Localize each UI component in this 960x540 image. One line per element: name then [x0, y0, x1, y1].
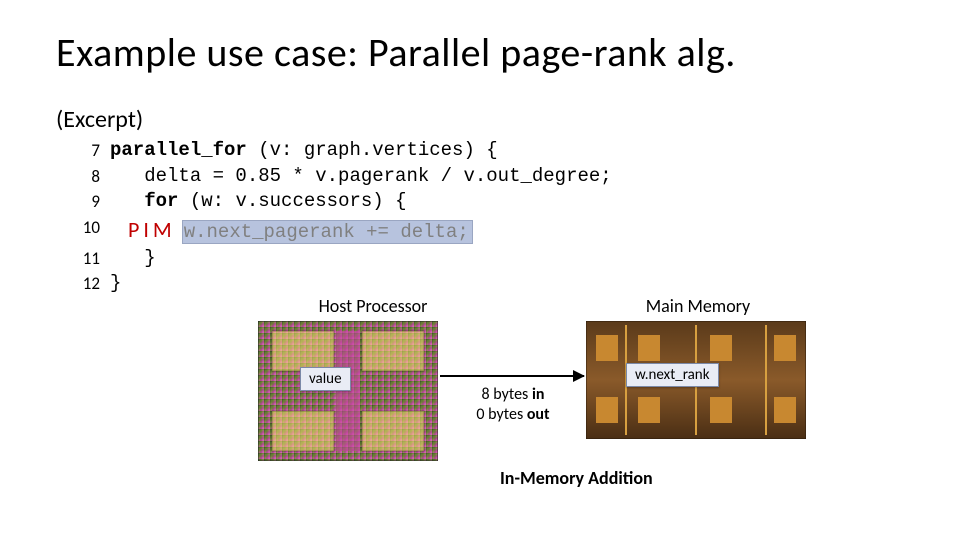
code-line-pim: PIMw.next_pagerank += delta; — [110, 215, 912, 246]
excerpt-label: (Excerpt) — [56, 105, 912, 134]
code-block: 7 parallel_for (v: graph.vertices) { 8 d… — [66, 138, 912, 297]
host-processor-chip-icon — [258, 321, 438, 461]
data-flow-arrow-icon — [440, 375, 584, 377]
diagram-caption: In-Memory Addition — [500, 467, 653, 489]
line-number: 8 — [66, 164, 100, 190]
code-line: } — [110, 246, 912, 272]
line-number: 9 — [66, 189, 100, 215]
code-line: for (w: v.successors) { — [110, 189, 912, 215]
value-badge: value — [300, 367, 351, 391]
line-number: 7 — [66, 138, 100, 164]
line-number: 10 — [66, 215, 100, 246]
pim-label: PIM — [128, 215, 176, 245]
code-line: parallel_for (v: graph.vertices) { — [110, 138, 912, 164]
transfer-size-label: 8 bytes in 0 bytes out — [454, 385, 572, 425]
code-line: } — [110, 271, 912, 297]
line-number: 11 — [66, 246, 100, 272]
host-processor-title: Host Processor — [273, 295, 473, 317]
code-line: delta = 0.85 * v.pagerank / v.out_degree… — [110, 164, 912, 190]
main-memory-title: Main Memory — [598, 295, 798, 317]
line-number: 12 — [66, 271, 100, 297]
highlighted-statement: w.next_pagerank += delta; — [182, 220, 473, 244]
next-rank-badge: w.next_rank — [626, 363, 719, 387]
slide: Example use case: Parallel page-rank alg… — [0, 0, 960, 540]
page-title: Example use case: Parallel page-rank alg… — [56, 28, 912, 77]
